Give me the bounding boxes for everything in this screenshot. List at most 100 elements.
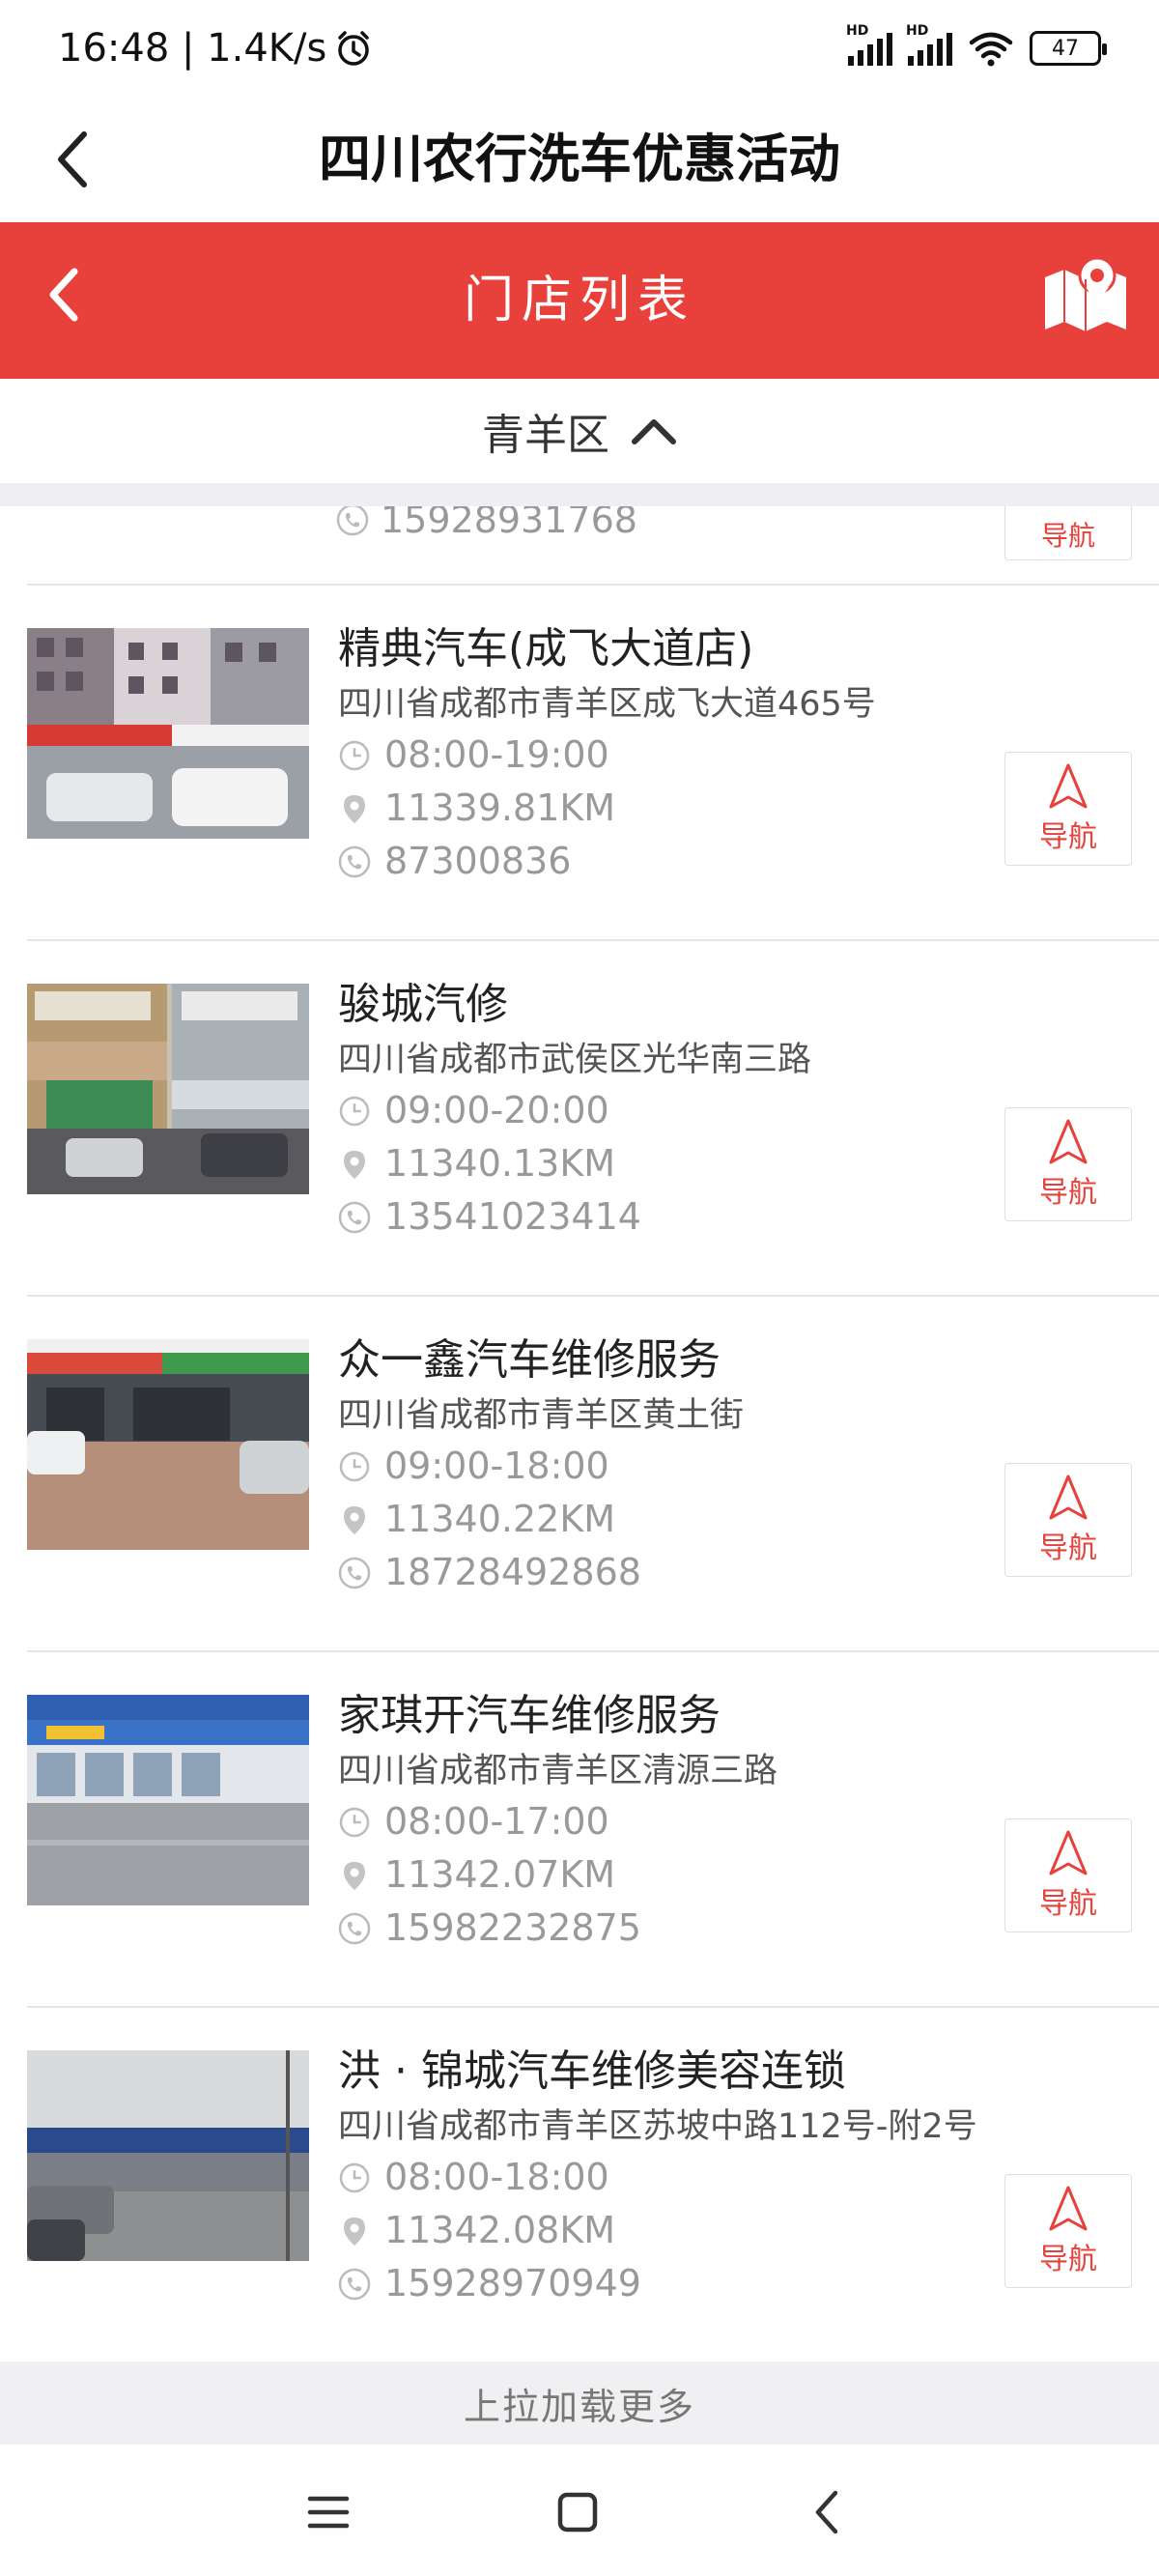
store-name: 洪 · 锦城汽车维修美容连锁 (338, 2046, 846, 2096)
hours-row: 08:00-19:00 (338, 729, 1014, 782)
phone-icon (338, 2268, 371, 2301)
navigate-label: 导航 (1039, 1176, 1097, 1210)
hd-label: HD (906, 23, 929, 39)
status-time-text: 16:48 | 1.4K/s (58, 26, 327, 71)
phone-row: 18728492868 (338, 1546, 1014, 1599)
store-list-header: 门店列表 (0, 222, 1159, 379)
store-phone: 15928931768 (381, 506, 637, 541)
store-address: 四川省成都市青羊区苏坡中路112号-附2号 (338, 2107, 977, 2146)
navigate-label: 导航 (1039, 2243, 1097, 2276)
hours-row: 08:00-18:00 (338, 2151, 1014, 2204)
store-name: 家琪开汽车维修服务 (338, 1691, 721, 1740)
store-address: 四川省成都市青羊区成飞大道465号 (338, 685, 876, 724)
list-item[interactable]: 骏城汽修 四川省成都市武侯区光华南三路 09:00-20:00 11340.13… (0, 941, 1159, 1295)
store-distance: 11339.81KM (384, 787, 616, 829)
store-info: 骏城汽修 四川省成都市武侯区光华南三路 09:00-20:00 11340.13… (338, 976, 1014, 1244)
list-item[interactable]: 家琪开汽车维修服务 四川省成都市青羊区清源三路 08:00-17:00 1134… (0, 1652, 1159, 2006)
distance-row: 11342.07KM (338, 1848, 1014, 1902)
signal-icon-2: HD (906, 23, 952, 66)
store-list-title: 门店列表 (463, 272, 695, 329)
store-address: 四川省成都市青羊区清源三路 (338, 1752, 778, 1790)
load-more[interactable]: 上拉加载更多 (0, 2361, 1159, 2445)
store-phone: 15928970949 (384, 2262, 641, 2304)
menu-icon (307, 2496, 350, 2529)
signal-icon-1: HD (846, 23, 892, 66)
store-distance: 11342.08KM (384, 2209, 616, 2251)
location-pin-icon (338, 1148, 371, 1181)
store-hours: 08:00-17:00 (384, 1800, 609, 1843)
distance-row: 11340.22KM (338, 1493, 1014, 1546)
app-header: 四川农行洗车优惠活动 (0, 97, 1159, 222)
phone-row: 15928970949 (338, 2257, 1014, 2310)
navigate-label: 导航 (1039, 1887, 1097, 1921)
navigation-arrow-icon (1049, 1119, 1088, 1164)
store-photo (27, 984, 309, 1194)
store-address: 四川省成都市青羊区黄土街 (338, 1396, 745, 1435)
navigate-label: 导航 (1040, 520, 1095, 552)
status-time: 16:48 | 1.4K/s (58, 26, 373, 71)
store-info: 家琪开汽车维修服务 四川省成都市青羊区清源三路 08:00-17:00 1134… (338, 1687, 1014, 1955)
store-name: 精典汽车(成飞大道店) (338, 624, 754, 673)
store-list[interactable]: 15928931768 导航 精典汽车(成飞大道店) 四川省成都市青羊区成飞大道… (0, 506, 1159, 2361)
store-phone: 15982232875 (384, 1906, 641, 1949)
distance-row: 11340.13KM (338, 1137, 1014, 1190)
district-label: 青羊区 (482, 411, 609, 460)
clock-icon (338, 2161, 371, 2194)
phone-icon (338, 845, 371, 878)
list-item[interactable]: 精典汽车(成飞大道店) 四川省成都市青羊区成飞大道465号 08:00-19:0… (0, 586, 1159, 939)
clock-icon (338, 1806, 371, 1839)
store-hours: 08:00-18:00 (384, 2156, 609, 2198)
phone-row: 15982232875 (338, 1902, 1014, 1955)
load-more-label: 上拉加载更多 (463, 2385, 695, 2428)
list-item[interactable]: 洪 · 锦城汽车维修美容连锁 四川省成都市青羊区苏坡中路112号-附2号 08:… (0, 2008, 1159, 2361)
navigate-button[interactable]: 导航 (1004, 1107, 1132, 1221)
list-item-partial[interactable]: 15928931768 导航 (0, 506, 1159, 586)
hours-row: 09:00-18:00 (338, 1440, 1014, 1493)
navigate-button[interactable]: 导航 (1004, 506, 1132, 560)
chevron-up-icon (632, 419, 676, 444)
clock-icon (338, 1095, 371, 1128)
hours-row: 09:00-20:00 (338, 1084, 1014, 1137)
page-title: 四川农行洗车优惠活动 (319, 129, 840, 189)
store-photo (27, 2050, 309, 2261)
phone-icon (338, 1201, 371, 1234)
store-phone: 13541023414 (384, 1195, 641, 1238)
home-square-icon (557, 2492, 598, 2533)
navigate-button[interactable]: 导航 (1004, 1463, 1132, 1577)
hd-label: HD (846, 23, 869, 39)
store-info: 精典汽车(成飞大道店) 四川省成都市青羊区成飞大道465号 08:00-19:0… (338, 620, 1014, 888)
store-hours: 09:00-18:00 (384, 1445, 609, 1487)
navigate-button[interactable]: 导航 (1004, 1818, 1132, 1932)
battery-icon: 47 (1030, 31, 1107, 66)
location-pin-icon (338, 1503, 371, 1536)
home-button[interactable] (549, 2483, 607, 2541)
map-view-button[interactable] (1037, 245, 1134, 342)
map-pin-icon (1045, 256, 1126, 331)
navigate-button[interactable]: 导航 (1004, 752, 1132, 866)
system-back-button[interactable] (798, 2483, 856, 2541)
navigation-arrow-icon (1049, 1474, 1088, 1520)
phone-icon (336, 506, 369, 536)
store-hours: 08:00-19:00 (384, 733, 609, 776)
menu-button[interactable] (299, 2483, 357, 2541)
list-item[interactable]: 众一鑫汽车维修服务 四川省成都市青羊区黄土街 09:00-18:00 11340… (0, 1297, 1159, 1650)
navigate-button[interactable]: 导航 (1004, 2174, 1132, 2288)
store-name: 骏城汽修 (338, 980, 508, 1029)
store-name: 众一鑫汽车维修服务 (338, 1335, 721, 1385)
navigation-arrow-icon (1049, 1830, 1088, 1875)
store-phone: 87300836 (384, 840, 572, 882)
hours-row: 08:00-17:00 (338, 1795, 1014, 1848)
store-hours: 09:00-20:00 (384, 1089, 609, 1131)
alarm-icon (338, 31, 370, 66)
district-filter[interactable]: 青羊区 (0, 379, 1159, 483)
phone-row: 15928931768 (336, 506, 637, 541)
store-photo (27, 1339, 309, 1550)
system-nav-bar (0, 2445, 1159, 2576)
store-address: 四川省成都市武侯区光华南三路 (338, 1041, 812, 1079)
status-icons: HD HD 47 (846, 23, 1107, 68)
store-distance: 11340.22KM (384, 1498, 616, 1540)
location-pin-icon (338, 2215, 371, 2247)
store-info: 众一鑫汽车维修服务 四川省成都市青羊区黄土街 09:00-18:00 11340… (338, 1331, 1014, 1599)
location-pin-icon (338, 792, 371, 825)
store-info: 洪 · 锦城汽车维修美容连锁 四川省成都市青羊区苏坡中路112号-附2号 08:… (338, 2043, 1014, 2310)
